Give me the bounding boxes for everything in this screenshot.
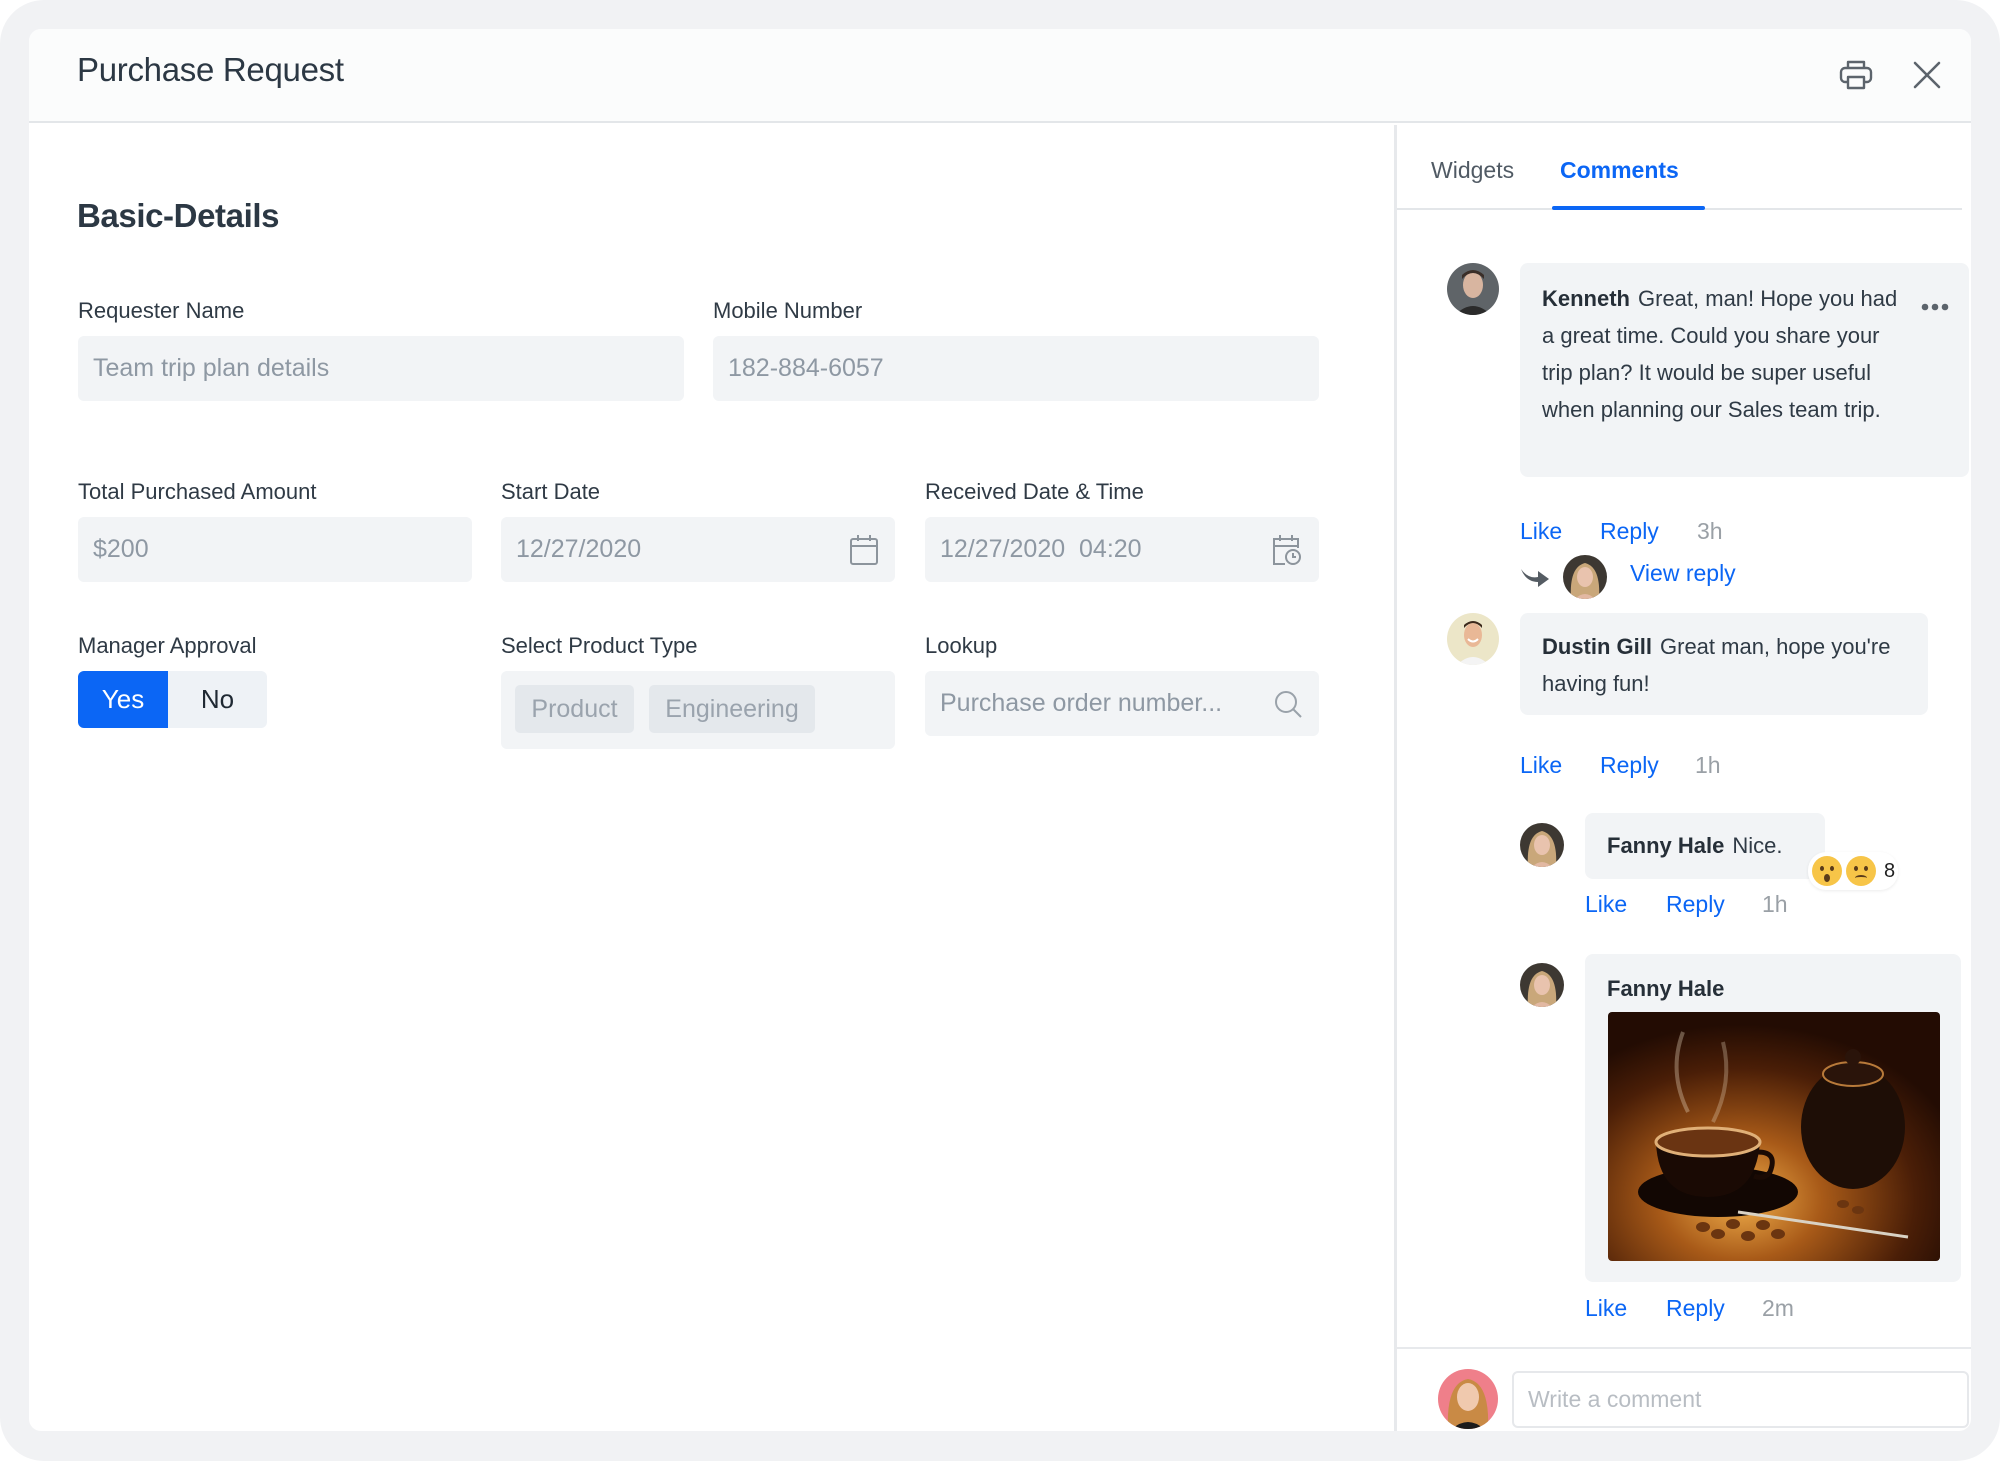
calendar-button[interactable] <box>849 534 879 566</box>
reply-time: 1h <box>1762 891 1788 917</box>
like-button[interactable]: Like <box>1520 518 1562 545</box>
start-date-label: Start Date <box>501 479 601 504</box>
reply-button[interactable]: Reply <box>1600 752 1659 779</box>
section-title: Basic-Details <box>77 197 280 234</box>
mobile-number-label: Mobile Number <box>713 298 863 323</box>
search-icon <box>1275 690 1302 718</box>
reply-time: 2m <box>1762 1295 1794 1321</box>
product-type-label: Select Product Type <box>501 633 698 658</box>
requester-name-value: Team trip plan details <box>93 354 330 382</box>
sad-emoji-icon <box>1846 856 1876 886</box>
panel-tabs: Widgets Comments <box>1397 125 1962 210</box>
comments-panel: Widgets Comments Kenneth Great, man! Hope… <box>1397 125 1971 1431</box>
lookup-label: Lookup <box>925 633 998 658</box>
reply-button[interactable]: Reply <box>1600 518 1659 545</box>
mobile-number-value: 182-884-6057 <box>728 354 884 382</box>
comment-bubble-kenneth: Kenneth Great, man! Hope you had a great … <box>1520 263 1969 477</box>
approval-no-button[interactable]: No <box>168 671 267 728</box>
view-reply-row: View reply <box>1520 555 1820 599</box>
total-amount-value: $200 <box>93 535 149 563</box>
comment-bubble-dustin: Dustin Gill Great man, hope you're having… <box>1520 613 1928 715</box>
product-chip[interactable]: Product <box>515 685 634 733</box>
close-icon <box>1913 61 1941 89</box>
approval-yes-button[interactable]: Yes <box>78 671 168 728</box>
engineering-chip[interactable]: Engineering <box>649 685 815 733</box>
lookup-search-button[interactable] <box>1273 689 1303 719</box>
received-datetime-field[interactable]: 12/27/2020 04:20 <box>925 517 1319 582</box>
surprised-emoji-icon <box>1812 856 1842 886</box>
write-comment-input[interactable] <box>1512 1371 1969 1428</box>
product-type-select[interactable]: Product Engineering <box>501 671 895 749</box>
reactions-summary[interactable]: 8 <box>1808 852 1898 890</box>
like-button[interactable]: Like <box>1520 752 1562 779</box>
reply-arrow-icon <box>1521 569 1549 587</box>
comment-author[interactable]: Dustin Gill <box>1542 634 1652 659</box>
received-datetime-value: 12/27/2020 04:20 <box>940 535 1142 563</box>
mobile-number-field[interactable]: 182-884-6057 <box>713 336 1319 401</box>
tab-widgets[interactable]: Widgets <box>1431 157 1514 184</box>
total-amount-field[interactable]: $200 <box>78 517 472 582</box>
calendar-clock-icon <box>1273 534 1301 565</box>
avatar-fanny-hale[interactable] <box>1520 823 1564 867</box>
total-amount-label: Total Purchased Amount <box>78 479 317 504</box>
more-horizontal-icon <box>1921 303 1949 311</box>
reply-button[interactable]: Reply <box>1666 1295 1725 1322</box>
composer-divider <box>1397 1347 1971 1349</box>
coffee-photo-image <box>1608 1012 1940 1261</box>
dialog-header: Purchase Request <box>29 29 1971 123</box>
comment-time: 3h <box>1697 518 1723 544</box>
attached-photo[interactable] <box>1608 1012 1940 1261</box>
avatar-kenneth[interactable] <box>1447 263 1499 315</box>
datetime-picker-button[interactable] <box>1271 534 1303 566</box>
form-pane: Basic-Details Requester Name Team trip p… <box>29 125 1394 1431</box>
like-button[interactable]: Like <box>1585 1295 1627 1322</box>
reaction-count: 8 <box>1884 859 1896 882</box>
dialog-title: Purchase Request <box>77 51 344 88</box>
active-tab-indicator <box>1552 206 1705 210</box>
close-button[interactable] <box>1903 51 1951 99</box>
comment-author[interactable]: Kenneth <box>1542 286 1630 311</box>
like-button[interactable]: Like <box>1585 891 1627 918</box>
start-date-field[interactable]: 12/27/2020 <box>501 517 895 582</box>
avatar-dustin-gill[interactable] <box>1447 613 1499 665</box>
reply-text: Nice. <box>1732 833 1783 858</box>
manager-approval-label: Manager Approval <box>78 633 257 658</box>
avatar-fanny-hale[interactable] <box>1563 555 1607 599</box>
reply-author[interactable]: Fanny Hale <box>1607 976 1724 1001</box>
reply-bubble-fanny-1: Fanny Hale Nice. <box>1585 813 1825 879</box>
reply-author[interactable]: Fanny Hale <box>1607 833 1724 858</box>
printer-icon <box>1839 60 1873 90</box>
view-reply-link[interactable]: View reply <box>1630 560 1736 587</box>
comment-time: 1h <box>1695 752 1721 778</box>
tab-comments[interactable]: Comments <box>1560 157 1679 184</box>
calendar-icon <box>850 534 878 565</box>
requester-name-label: Requester Name <box>78 298 245 323</box>
print-button[interactable] <box>1832 51 1880 99</box>
requester-name-field[interactable]: Team trip plan details <box>78 336 684 401</box>
avatar-fanny-hale[interactable] <box>1520 963 1564 1007</box>
start-date-value: 12/27/2020 <box>516 535 642 563</box>
more-options-button[interactable] <box>1921 285 1949 322</box>
current-user-avatar[interactable] <box>1438 1369 1498 1429</box>
reply-button[interactable]: Reply <box>1666 891 1725 918</box>
received-datetime-label: Received Date & Time <box>925 479 1144 504</box>
lookup-placeholder: Purchase order number... <box>940 689 1223 717</box>
lookup-field[interactable]: Purchase order number... <box>925 671 1319 736</box>
purchase-request-dialog: Purchase Request Basic-Details Requester… <box>29 29 1971 1431</box>
